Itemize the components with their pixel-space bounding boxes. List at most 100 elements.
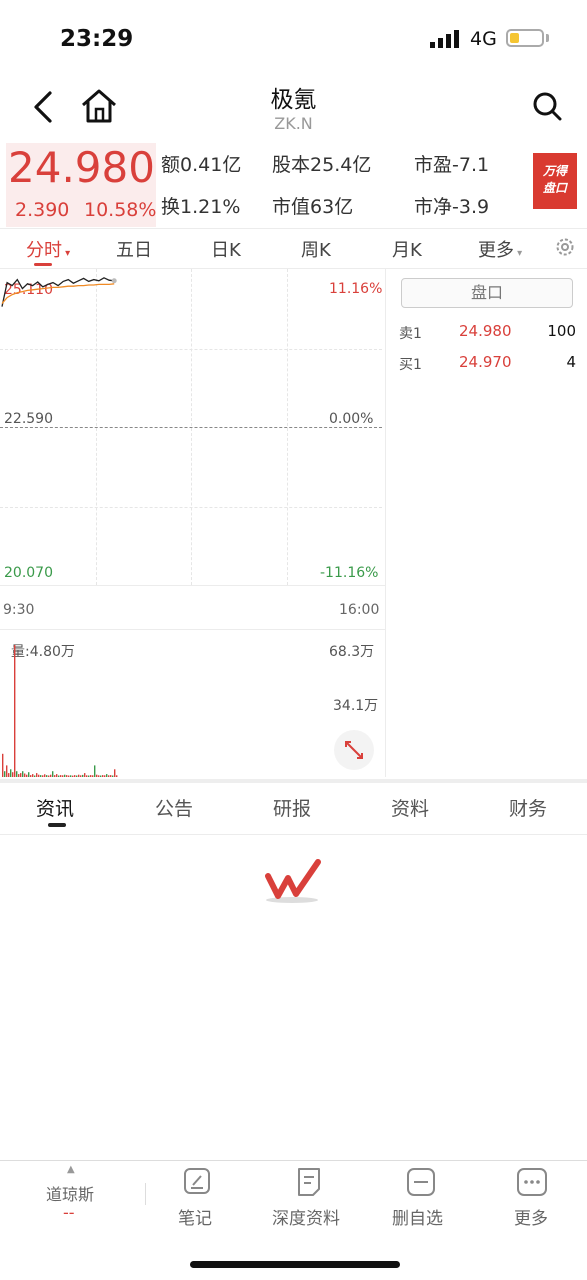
tab-news[interactable]: 资讯 [36, 794, 74, 821]
volume-bar [18, 774, 20, 777]
expand-button[interactable] [334, 730, 374, 770]
tab-more[interactable]: 更多 ▾ [478, 236, 522, 262]
more-button[interactable]: 更多 [500, 1167, 564, 1231]
volume-bar [104, 775, 106, 777]
volume-bar [76, 775, 78, 777]
volume-bar [14, 645, 16, 777]
divider [0, 1160, 587, 1161]
orderbook-button[interactable]: 盘口 [401, 278, 573, 308]
document-icon [298, 1168, 320, 1196]
ask1-volume: 100 [547, 322, 576, 340]
volume-bar [16, 771, 18, 777]
search-icon[interactable] [532, 91, 562, 121]
tab-financials[interactable]: 财务 [509, 794, 547, 821]
divider [145, 1183, 146, 1205]
section-divider [0, 779, 587, 783]
volume-bar [102, 775, 104, 777]
volume-bar [38, 774, 40, 777]
volume-bar [34, 775, 36, 777]
tab-five-day[interactable]: 五日 [116, 236, 152, 262]
status-time: 23:29 [60, 26, 134, 52]
volume-bar [108, 775, 110, 777]
notes-button[interactable]: 笔记 [162, 1167, 232, 1231]
battery-tip [546, 34, 549, 42]
notes-label: 笔记 [178, 1209, 212, 1229]
time-start: 9:30 [3, 602, 35, 618]
volume-bar [46, 775, 48, 777]
volume-bar [96, 774, 98, 777]
index-arrow-icon: ▲ [67, 1164, 75, 1175]
volume-bar [36, 773, 38, 777]
tab-daily-k[interactable]: 日K [211, 236, 241, 262]
divider [0, 834, 587, 835]
more-label: 更多 [514, 1209, 548, 1229]
volume-bar [52, 771, 54, 777]
deep-data-button[interactable]: 深度资料 [266, 1167, 352, 1231]
volume-bar [110, 775, 112, 777]
volume-bar [82, 774, 84, 777]
volume-bar [12, 772, 14, 777]
volume-bar [30, 775, 32, 777]
volume-bar [64, 774, 66, 777]
minus-square-icon [407, 1168, 435, 1196]
tab-active-indicator [34, 263, 52, 266]
tab-monthly-k[interactable]: 月K [392, 236, 422, 262]
volume-bar [2, 753, 4, 777]
volume-chart [2, 645, 118, 777]
stat-market-cap: 市值63亿 [272, 196, 354, 218]
volume-bar [80, 775, 82, 777]
volume-bar [72, 775, 74, 777]
volume-bar [8, 773, 10, 777]
stat-pe: 市盈-7.1 [414, 154, 490, 176]
wind-logo-icon [265, 859, 321, 903]
tab-intraday[interactable]: 分时 ▾ [26, 236, 70, 262]
settings-icon[interactable] [554, 236, 576, 258]
signal-icon [430, 30, 459, 48]
volume-bar [116, 775, 118, 777]
volume-bar [50, 774, 52, 777]
tab-research[interactable]: 研报 [273, 794, 311, 821]
bid1-price: 24.970 [459, 353, 512, 371]
tab-profile[interactable]: 资料 [391, 794, 429, 821]
ask1-price: 24.980 [459, 322, 512, 340]
stock-code: ZK.N [274, 114, 313, 133]
time-end: 16:00 [339, 602, 380, 618]
volume-bar [20, 773, 22, 777]
stat-pb: 市净-3.9 [414, 196, 490, 218]
remove-watchlist-label: 删自选 [392, 1209, 443, 1229]
stat-shares: 股本25.4亿 [272, 154, 372, 176]
volume-bar [66, 775, 68, 777]
index-name[interactable]: 道琼斯 [46, 1181, 94, 1205]
volume-bar [54, 775, 56, 777]
volume-bar [44, 774, 46, 777]
volume-bar [62, 775, 64, 777]
deep-data-label: 深度资料 [272, 1209, 340, 1229]
volume-bar [28, 772, 30, 777]
volume-bar [24, 773, 26, 777]
price-chart [1, 277, 117, 307]
volume-bar [114, 769, 116, 777]
avg-price-line [1, 283, 115, 305]
remove-watchlist-button[interactable]: 删自选 [386, 1167, 458, 1231]
last-price: 24.980 [8, 143, 155, 192]
volume-bar [26, 774, 28, 777]
home-indicator [190, 1261, 400, 1268]
volume-bar [92, 775, 94, 777]
volume-bar [78, 774, 80, 777]
volume-bar [106, 774, 108, 777]
volume-bar [60, 775, 62, 777]
volume-bar [86, 775, 88, 777]
price-change-pct: 10.58% [84, 199, 157, 221]
stat-turnover-rate: 换1.21% [161, 196, 241, 218]
wind-orderbook-badge[interactable]: 万得 盘口 [533, 153, 577, 209]
volume-bar [6, 765, 8, 777]
volume-bar [22, 771, 24, 777]
tab-weekly-k[interactable]: 周K [301, 236, 331, 262]
volume-bar [74, 775, 76, 777]
volume-bar [112, 775, 114, 777]
price-change: 2.390 [15, 199, 70, 221]
badge-line-2: 盘口 [542, 181, 567, 195]
note-icon [184, 1168, 210, 1194]
bid1-label: 买1 [399, 357, 422, 373]
tab-announcements[interactable]: 公告 [155, 794, 193, 821]
